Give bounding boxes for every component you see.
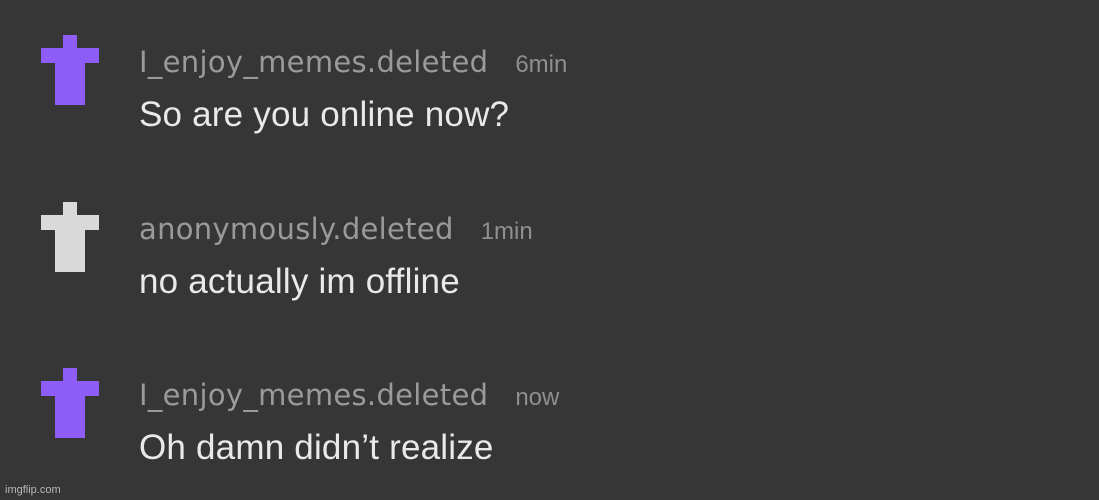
username[interactable]: I_enjoy_memes.deleted [139,45,488,79]
timestamp: 6min [515,51,568,78]
comment-2: anonymously.deleted 1min no actually im o… [0,202,1099,322]
timestamp: now [515,384,560,411]
timestamp: 1min [480,218,533,245]
avatar-shape [41,368,99,438]
comment-meta: I_enjoy_memes.deleted now [139,378,559,414]
comment-text: no actually im offline [139,262,460,301]
comment-meta: anonymously.deleted 1min [139,212,533,248]
comment-text: So are you online now? [139,95,510,134]
user-avatar-icon[interactable] [41,35,99,105]
user-avatar-icon[interactable] [41,202,99,272]
comment-meta: I_enjoy_memes.deleted 6min [139,45,567,81]
comment-1: I_enjoy_memes.deleted 6min So are you onl… [0,35,1099,155]
username[interactable]: anonymously.deleted [139,212,454,246]
watermark-label: imgflip.com [5,484,61,496]
username[interactable]: I_enjoy_memes.deleted [139,378,488,412]
avatar-shape [41,202,99,272]
comment-text: Oh damn didn’t realize [139,428,494,467]
user-avatar-icon[interactable] [41,368,99,438]
comment-3: I_enjoy_memes.deleted now Oh damn didn’t … [0,368,1099,488]
avatar-shape [41,35,99,105]
